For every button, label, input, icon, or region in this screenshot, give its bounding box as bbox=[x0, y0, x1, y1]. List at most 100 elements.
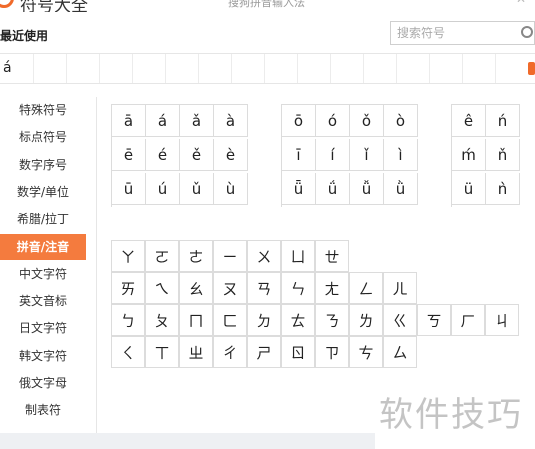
zhuyin-cell[interactable]: ㄎ bbox=[417, 304, 451, 336]
sidebar-item[interactable]: 希腊/拉丁 bbox=[0, 206, 86, 232]
symbol-cell[interactable]: ǎ bbox=[180, 105, 214, 137]
symbol-cell[interactable]: é bbox=[146, 139, 180, 171]
zhuyin-cell[interactable]: ㄞ bbox=[111, 272, 145, 304]
symbol-cell[interactable]: ō bbox=[282, 105, 316, 137]
zhuyin-cell[interactable]: ㄅ bbox=[111, 304, 145, 336]
zhuyin-cell[interactable]: ㄗ bbox=[315, 336, 349, 368]
recent-symbol-cell[interactable] bbox=[330, 54, 363, 83]
zhuyin-cell[interactable]: ㄡ bbox=[213, 272, 247, 304]
recent-symbol-cell[interactable] bbox=[99, 54, 132, 83]
zhuyin-cell[interactable]: ㄑ bbox=[111, 336, 145, 368]
symbol-cell[interactable]: ī bbox=[282, 139, 316, 171]
zhuyin-cell[interactable]: ㄐ bbox=[485, 304, 519, 336]
recent-symbol-cell[interactable] bbox=[132, 54, 165, 83]
sidebar-item[interactable]: 英文音标 bbox=[0, 288, 86, 314]
zhuyin-cell[interactable]: ㄘ bbox=[349, 336, 383, 368]
zhuyin-cell[interactable]: ㄣ bbox=[281, 272, 315, 304]
sidebar-item[interactable]: 日文字符 bbox=[0, 315, 86, 341]
symbol-cell[interactable]: ù bbox=[214, 173, 248, 205]
zhuyin-cell[interactable]: ㄛ bbox=[145, 240, 179, 272]
symbol-cell[interactable]: ē bbox=[112, 139, 146, 171]
symbol-cell[interactable]: ě bbox=[180, 139, 214, 171]
zhuyin-cell[interactable]: ㄢ bbox=[247, 272, 281, 304]
symbol-cell[interactable]: ń bbox=[486, 105, 520, 137]
symbol-cell[interactable]: ū bbox=[112, 173, 146, 205]
zhuyin-cell[interactable]: ㄩ bbox=[281, 240, 315, 272]
recent-symbol-cell[interactable] bbox=[198, 54, 231, 83]
zhuyin-cell[interactable]: ㄍ bbox=[383, 304, 417, 336]
symbol-cell[interactable]: á bbox=[146, 105, 180, 137]
symbol-cell[interactable]: è bbox=[214, 139, 248, 171]
recent-symbol-cell[interactable] bbox=[297, 54, 330, 83]
symbol-cell[interactable]: ǒ bbox=[350, 105, 384, 137]
recent-symbol-cell[interactable] bbox=[462, 54, 495, 83]
zhuyin-cell[interactable]: ㄊ bbox=[281, 304, 315, 336]
sidebar-item[interactable]: 特殊符号 bbox=[0, 97, 86, 123]
recent-symbol-cell[interactable] bbox=[264, 54, 297, 83]
scroll-arrow-icon[interactable] bbox=[528, 62, 535, 75]
symbol-cell[interactable]: ǘ bbox=[316, 173, 350, 205]
zhuyin-cell[interactable]: ㄤ bbox=[315, 272, 349, 304]
sidebar-item[interactable]: 俄文字母 bbox=[0, 370, 86, 396]
symbol-cell[interactable]: ǚ bbox=[350, 173, 384, 205]
zhuyin-cell[interactable]: ㄧ bbox=[213, 240, 247, 272]
zhuyin-cell[interactable]: ㄒ bbox=[145, 336, 179, 368]
symbol-cell[interactable]: ǹ bbox=[486, 173, 520, 205]
recent-symbol-cell[interactable] bbox=[495, 54, 528, 83]
zhuyin-cell[interactable]: ㄏ bbox=[451, 304, 485, 336]
recent-symbol-cell[interactable] bbox=[396, 54, 429, 83]
symbol-cell[interactable]: ḿ bbox=[452, 139, 486, 171]
symbol-cell[interactable]: ǜ bbox=[384, 173, 418, 205]
zhuyin-cell[interactable]: ㄟ bbox=[145, 272, 179, 304]
symbol-cell[interactable]: ú bbox=[146, 173, 180, 205]
zhuyin-cell[interactable]: ㄙ bbox=[383, 336, 417, 368]
zhuyin-cell[interactable]: ㄆ bbox=[145, 304, 179, 336]
zhuyin-cell[interactable]: ㄇ bbox=[179, 304, 213, 336]
symbol-cell[interactable]: ê bbox=[452, 105, 486, 137]
zhuyin-cell[interactable]: ㄨ bbox=[247, 240, 281, 272]
zhuyin-cell[interactable]: ㄓ bbox=[179, 336, 213, 368]
zhuyin-cell[interactable]: ㄌ bbox=[349, 304, 383, 336]
zhuyin-cell[interactable]: ㄋ bbox=[315, 304, 349, 336]
zhuyin-cell[interactable]: ㄖ bbox=[281, 336, 315, 368]
zhuyin-cell[interactable]: ㄠ bbox=[179, 272, 213, 304]
sidebar-item[interactable]: 标点符号 bbox=[0, 124, 86, 150]
symbol-cell[interactable]: à bbox=[214, 105, 248, 137]
zhuyin-cell[interactable]: ㄈ bbox=[213, 304, 247, 336]
symbol-cell[interactable]: í bbox=[316, 139, 350, 171]
symbol-cell[interactable]: ň bbox=[486, 139, 520, 171]
search-box[interactable] bbox=[390, 21, 535, 45]
sidebar-item[interactable]: 数学/单位 bbox=[0, 179, 86, 205]
symbol-cell[interactable]: ǖ bbox=[282, 173, 316, 205]
zhuyin-cell[interactable]: ㄝ bbox=[315, 240, 349, 272]
sidebar-item[interactable]: 拼音/注音 bbox=[0, 234, 86, 260]
search-input[interactable] bbox=[391, 22, 511, 44]
zhuyin-cell[interactable]: ㄜ bbox=[179, 240, 213, 272]
symbol-cell[interactable]: ü bbox=[452, 173, 486, 205]
symbol-cell[interactable]: ā bbox=[112, 105, 146, 137]
zhuyin-cell[interactable]: ㄦ bbox=[383, 272, 417, 304]
sidebar-item[interactable]: 数字序号 bbox=[0, 152, 86, 178]
symbol-cell[interactable]: ó bbox=[316, 105, 350, 137]
close-icon[interactable]: ✕ bbox=[516, 0, 526, 6]
sidebar-item[interactable]: 中文字符 bbox=[0, 261, 86, 287]
recent-symbol-cell[interactable] bbox=[66, 54, 99, 83]
recent-symbol-cell[interactable] bbox=[165, 54, 198, 83]
recent-symbol-cell[interactable]: á bbox=[0, 54, 33, 83]
recent-symbol-cell[interactable] bbox=[33, 54, 66, 83]
zhuyin-cell[interactable]: ㄉ bbox=[247, 304, 281, 336]
zhuyin-cell[interactable]: ㄔ bbox=[213, 336, 247, 368]
search-icon[interactable] bbox=[521, 26, 533, 38]
recent-symbol-cell[interactable] bbox=[231, 54, 264, 83]
recent-symbol-cell[interactable] bbox=[429, 54, 462, 83]
zhuyin-cell[interactable]: ㄥ bbox=[349, 272, 383, 304]
symbol-cell[interactable]: ǔ bbox=[180, 173, 214, 205]
sidebar-item[interactable]: 韩文字符 bbox=[0, 343, 86, 369]
symbol-cell[interactable]: ì bbox=[384, 139, 418, 171]
recent-symbol-cell[interactable] bbox=[363, 54, 396, 83]
sidebar-item[interactable]: 制表符 bbox=[0, 397, 86, 423]
zhuyin-cell[interactable]: ㄚ bbox=[111, 240, 145, 272]
symbol-cell[interactable]: ǐ bbox=[350, 139, 384, 171]
zhuyin-cell[interactable]: ㄕ bbox=[247, 336, 281, 368]
symbol-cell[interactable]: ò bbox=[384, 105, 418, 137]
